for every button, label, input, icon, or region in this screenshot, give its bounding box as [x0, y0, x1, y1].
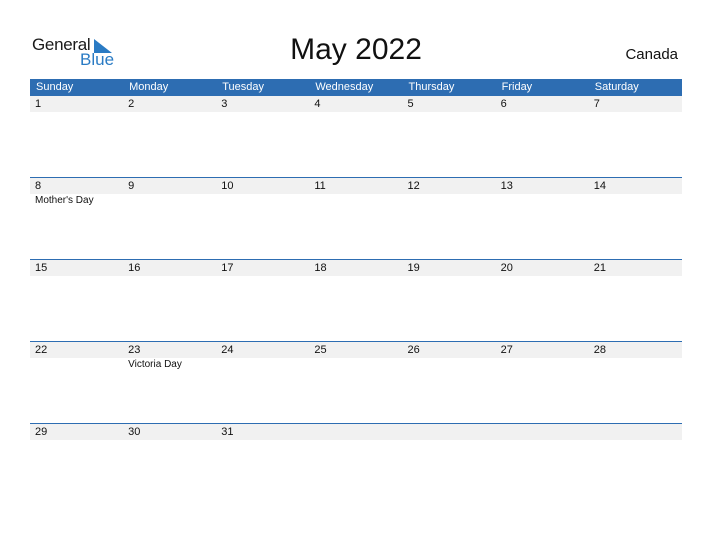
day-event	[589, 112, 682, 113]
day-number-strip: 8 9 10 11 12 13 14	[30, 178, 682, 194]
day-number: 26	[407, 344, 420, 356]
day-number: 30	[128, 426, 141, 438]
day-event	[123, 276, 216, 277]
day-event	[216, 358, 309, 370]
day-event	[123, 112, 216, 113]
day-event	[309, 276, 402, 277]
weekday-monday: Monday	[129, 81, 169, 93]
day-event	[496, 276, 589, 277]
events-strip: Mother's Day	[30, 194, 682, 206]
day-number: 3	[221, 98, 228, 110]
day-event	[216, 112, 309, 113]
day-event	[30, 112, 123, 113]
day-number: 6	[500, 98, 507, 110]
day-number: 18	[314, 262, 327, 274]
day-number: 28	[593, 344, 606, 356]
day-number-strip: 22 23 24 25 26 27 28	[30, 342, 682, 358]
day-event	[309, 440, 402, 441]
week-row: 15 16 17 18 19 20 21	[30, 259, 682, 341]
day-event	[309, 358, 402, 370]
day-number-strip: 1 2 3 4 5 6 7	[30, 96, 682, 112]
week-row: 29 30 31	[30, 423, 682, 505]
day-number: 14	[593, 180, 606, 192]
day-event	[403, 194, 496, 206]
day-number: 25	[314, 344, 327, 356]
day-number-strip: 15 16 17 18 19 20 21	[30, 260, 682, 276]
day-event	[309, 112, 402, 113]
day-number	[403, 424, 496, 440]
day-number: 24	[221, 344, 234, 356]
day-event	[589, 440, 682, 441]
day-event	[403, 112, 496, 113]
weekday-tuesday: Tuesday	[222, 81, 265, 93]
week-row: 22 23 24 25 26 27 28 Victoria Day	[30, 341, 682, 423]
day-event	[496, 358, 589, 370]
day-event	[123, 440, 216, 441]
week-row: 1 2 3 4 5 6 7	[30, 96, 682, 177]
day-event	[589, 358, 682, 370]
day-event	[589, 194, 682, 206]
weekday-wednesday: Wednesday	[315, 81, 374, 93]
day-number: 20	[500, 262, 513, 274]
week-row: 8 9 10 11 12 13 14 Mother's Day	[30, 177, 682, 259]
day-number: 4	[314, 98, 321, 110]
events-strip: Victoria Day	[30, 358, 682, 370]
weekday-sunday: Sunday	[36, 81, 74, 93]
day-number: 27	[500, 344, 513, 356]
day-number: 12	[407, 180, 420, 192]
day-event	[216, 276, 309, 277]
weekday-header: Sunday Monday Tuesday Wednesday Thursday…	[30, 79, 682, 96]
day-number: 17	[221, 262, 234, 274]
day-number: 15	[35, 262, 48, 274]
day-event	[496, 440, 589, 441]
day-number: 10	[221, 180, 234, 192]
day-number: 2	[128, 98, 135, 110]
day-number: 5	[407, 98, 414, 110]
day-event	[496, 194, 589, 206]
day-number: 23	[128, 344, 141, 356]
day-number: 22	[35, 344, 48, 356]
day-number	[589, 424, 682, 440]
country-label: Canada	[625, 46, 678, 63]
day-number: 19	[407, 262, 420, 274]
day-event: Victoria Day	[128, 359, 182, 370]
day-event	[309, 194, 402, 206]
day-number: 7	[593, 98, 600, 110]
day-event	[216, 194, 309, 206]
day-number-strip: 29 30 31	[30, 424, 682, 440]
page-title: May 2022	[290, 33, 422, 66]
day-number: 16	[128, 262, 141, 274]
day-event	[403, 358, 496, 370]
day-event	[30, 358, 123, 370]
day-number	[496, 424, 589, 440]
day-event	[30, 440, 123, 441]
day-event	[216, 440, 309, 441]
day-event	[589, 276, 682, 277]
day-number: 13	[500, 180, 513, 192]
events-strip	[30, 112, 682, 113]
weekday-thursday: Thursday	[408, 81, 455, 93]
day-number: 31	[221, 426, 234, 438]
day-event	[496, 112, 589, 113]
weekday-friday: Friday	[501, 81, 533, 93]
events-strip	[30, 440, 682, 441]
day-number: 21	[593, 262, 606, 274]
day-number: 1	[35, 98, 42, 110]
day-number: 9	[128, 180, 135, 192]
day-number	[309, 424, 402, 440]
weekday-saturday: Saturday	[594, 81, 639, 93]
day-event	[403, 276, 496, 277]
day-event	[403, 440, 496, 441]
day-number: 8	[35, 180, 42, 192]
day-event: Mother's Day	[35, 195, 94, 206]
day-event	[123, 194, 216, 206]
day-number: 29	[35, 426, 48, 438]
day-event	[30, 276, 123, 277]
calendar-grid: Sunday Monday Tuesday Wednesday Thursday…	[30, 79, 682, 505]
events-strip	[30, 276, 682, 277]
day-number: 11	[314, 180, 326, 192]
